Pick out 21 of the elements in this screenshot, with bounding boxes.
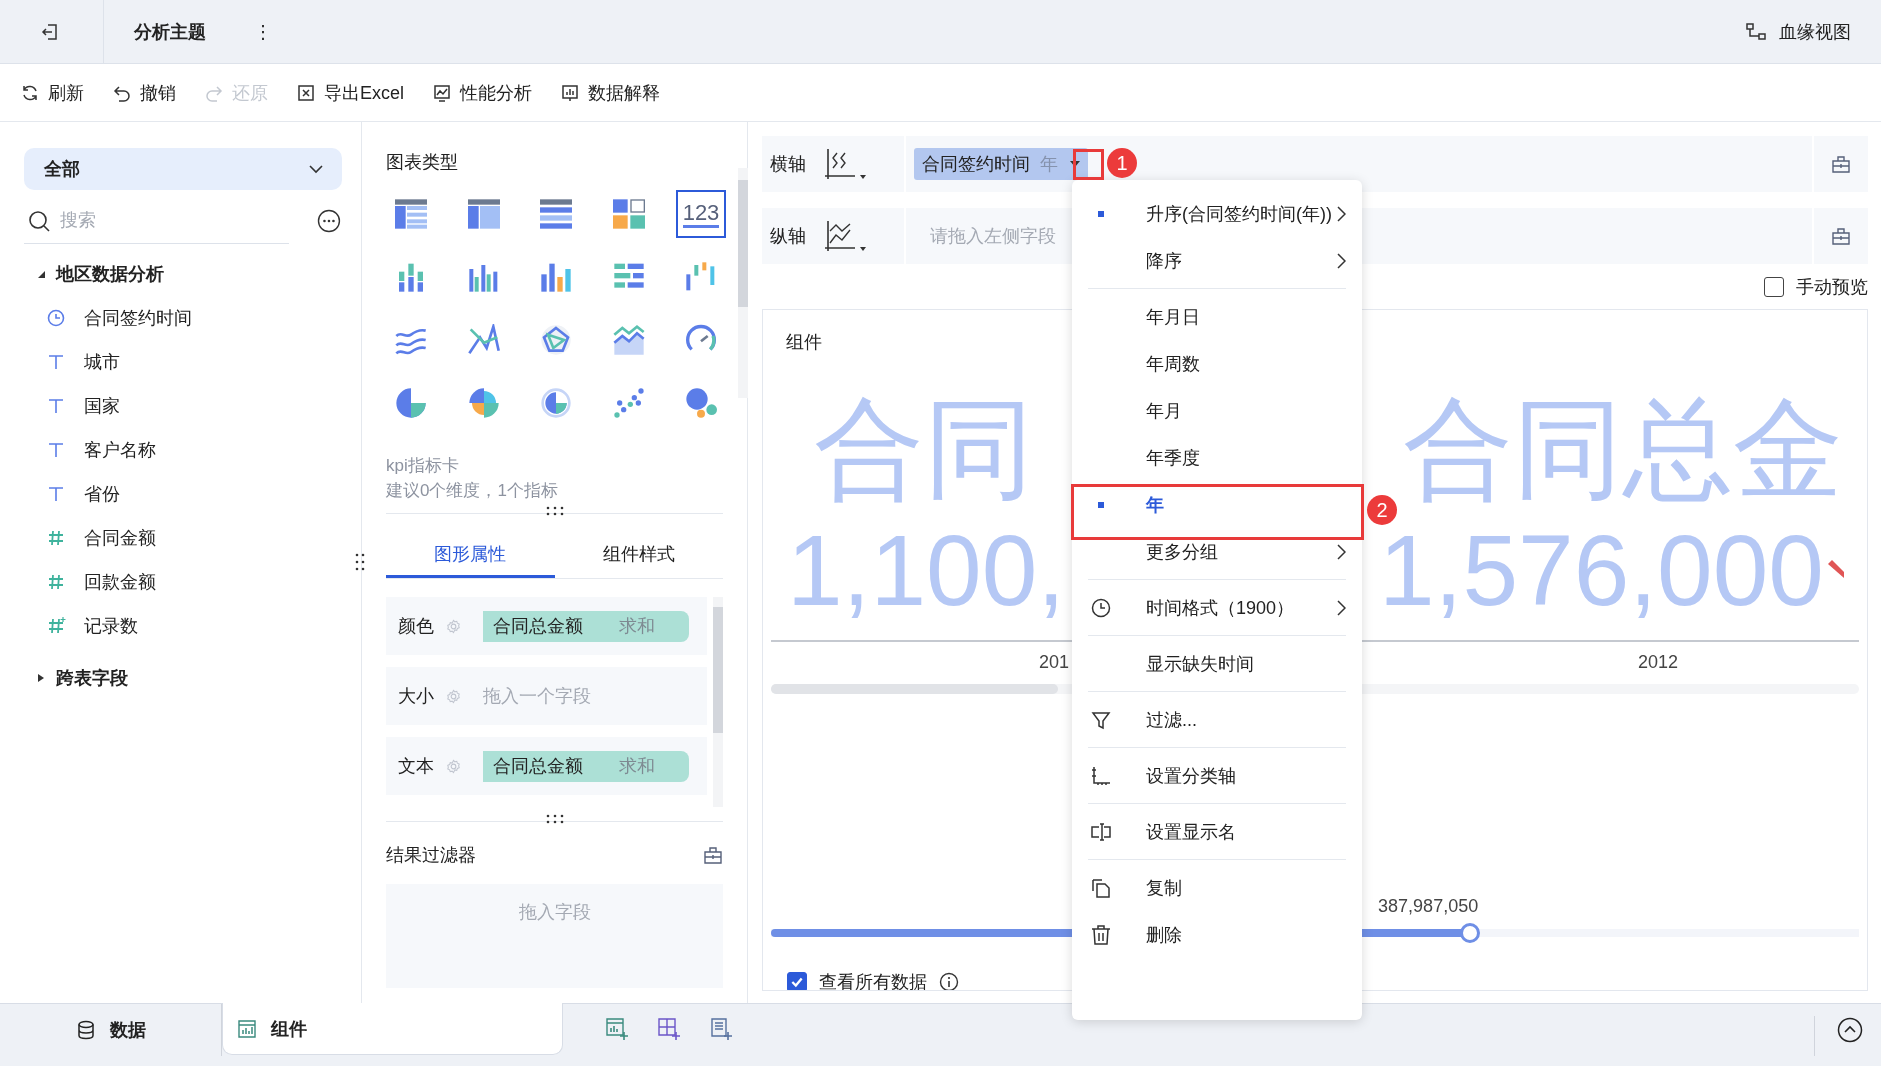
checkbox-label: 查看所有数据 [819, 971, 927, 990]
property-label: 颜色 [398, 615, 435, 638]
drop-placeholder: 拖入字段 [518, 901, 591, 924]
checkbox-label: 手动预览 [1796, 276, 1868, 299]
section-title: 结果过滤器 [386, 844, 476, 867]
property-label: 大小 [398, 685, 435, 708]
section-title: 图表类型 [386, 151, 459, 174]
slider-value: 387,987,050 [1378, 896, 1479, 916]
property-label: 文本 [398, 755, 435, 778]
step-badge: 2 [1367, 495, 1397, 525]
page-title: 分析主题 [134, 20, 206, 44]
kpi-title: 合同 [814, 394, 1034, 504]
chart-type-name: kpi指标卡 [386, 455, 460, 477]
kpi-title: 合同总金 [1403, 394, 1843, 504]
axis-label: 横轴 [770, 153, 806, 176]
axis-tick-label: 2012 [1637, 652, 1678, 672]
kpi-value: 1,100, [787, 520, 1066, 620]
axis-label: 纵轴 [770, 225, 806, 248]
chart-type-hint: 建议0个维度，1个指标 [386, 480, 559, 502]
axis-tick-label: 201 [1038, 652, 1069, 672]
component-title: 组件 [786, 331, 823, 354]
